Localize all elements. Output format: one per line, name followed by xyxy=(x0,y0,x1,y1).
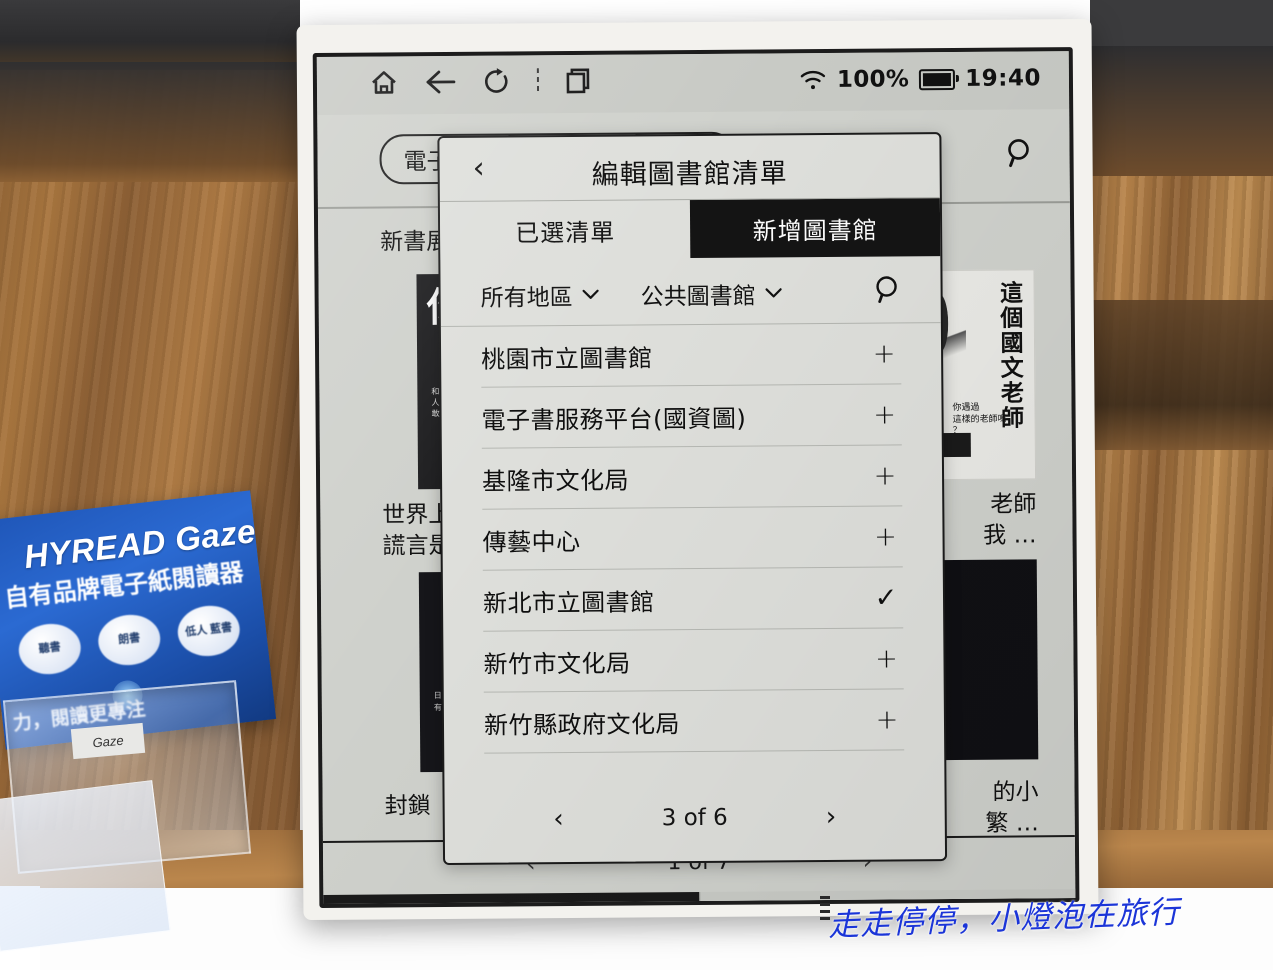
wifi-icon xyxy=(799,69,827,91)
edit-library-list-modal: ‹ 編輯圖書館清單 已選清單 新增圖書館 所有地區 公共圖書館 桃園市立圖書館 … xyxy=(437,132,948,866)
product-badges: 聽書 朗書 低人 藍書 xyxy=(16,602,243,678)
plus-icon[interactable]: + xyxy=(867,338,901,369)
dark-band-right-top xyxy=(1090,0,1273,48)
back-arrow-icon[interactable] xyxy=(425,69,457,95)
library-name: 基隆市文化局 xyxy=(481,466,630,496)
modal-pagination-next[interactable]: › xyxy=(826,802,837,832)
library-name: 新竹縣政府文化局 xyxy=(483,709,681,740)
modal-pagination-prev[interactable]: ‹ xyxy=(553,804,564,834)
status-bar-nav-icons xyxy=(369,67,593,97)
search-icon[interactable] xyxy=(1003,137,1033,171)
battery-percent-label: 100% xyxy=(836,66,910,93)
library-list-item-selected[interactable]: 新北市立圖書館 ✓ xyxy=(482,567,904,632)
library-name: 新竹市文化局 xyxy=(483,649,631,679)
check-icon[interactable]: ✓ xyxy=(869,582,903,613)
clock-label: 19:40 xyxy=(965,65,1042,92)
screenshot-root: HYREAD Gaze 自有品牌電子紙閱讀器 聽書 朗書 低人 藍書 力，閱讀更… xyxy=(0,0,1273,970)
modal-title: 編輯圖書館清單 xyxy=(591,158,788,191)
tab-selected-list[interactable]: 已選清單 xyxy=(439,200,691,261)
tab-add-library[interactable]: 新增圖書館 xyxy=(689,198,941,259)
filter-region-label: 所有地區 xyxy=(480,284,573,312)
library-list-item[interactable]: 電子書服務平台(國資圖) + xyxy=(481,384,902,449)
product-badge: 朗書 xyxy=(95,611,163,669)
library-list: 桃園市立圖書館 + 電子書服務平台(國資圖) + 基隆市文化局 + 傳藝中心 +… xyxy=(441,323,944,754)
background-caption-right-top: 老師 我 … xyxy=(983,491,1037,549)
library-list-item[interactable]: 基隆市文化局 + xyxy=(481,445,903,510)
acrylic-stand-label: Gaze xyxy=(70,722,146,760)
library-name: 桃園市立圖書館 xyxy=(481,343,653,374)
status-bar-indicators: 100% 19:40 xyxy=(799,65,1041,93)
library-list-item[interactable]: 傳藝中心 + xyxy=(482,506,903,571)
chevron-down-icon xyxy=(765,287,783,299)
nav-item-find-books[interactable]: 找書去 xyxy=(323,892,700,904)
window-icon[interactable] xyxy=(565,67,593,95)
plus-icon[interactable]: + xyxy=(869,643,903,674)
background-caption-right-bottom: 的小 繁 … xyxy=(985,779,1039,837)
library-name: 新北市立圖書館 xyxy=(482,587,655,618)
plus-icon[interactable]: + xyxy=(868,460,902,491)
modal-tabs: 已選清單 新增圖書館 xyxy=(439,198,941,261)
acrylic-stand-lower xyxy=(0,780,171,952)
modal-filter-bar: 所有地區 公共圖書館 xyxy=(440,256,941,328)
modal-header: ‹ 編輯圖書館清單 xyxy=(439,134,940,203)
filter-region-dropdown[interactable]: 所有地區 xyxy=(480,278,599,313)
plus-icon[interactable]: + xyxy=(870,704,904,735)
product-badge: 聽書 xyxy=(16,620,84,678)
library-name: 傳藝中心 xyxy=(482,527,581,557)
search-icon[interactable] xyxy=(872,274,900,306)
modal-pagination-label: 3 of 6 xyxy=(661,804,728,832)
status-divider xyxy=(536,68,540,95)
library-list-item[interactable]: 新竹縣政府文化局 + xyxy=(483,689,905,754)
library-name: 電子書服務平台(國資圖) xyxy=(481,404,747,435)
product-badge: 低人 藍書 xyxy=(175,602,243,660)
modal-pagination: ‹ 3 of 6 › xyxy=(445,801,945,835)
dark-band-right-upper xyxy=(1090,46,1273,176)
library-list-item[interactable]: 桃園市立圖書館 + xyxy=(480,323,902,388)
library-list-item[interactable]: 新竹市文化局 + xyxy=(483,628,904,693)
battery-icon xyxy=(919,68,956,90)
filter-type-dropdown[interactable]: 公共圖書館 xyxy=(640,276,782,311)
background-caption-left-bottom: 封鎖 xyxy=(384,793,431,820)
dark-background-strip-left xyxy=(0,62,300,182)
ereader-bezel: 100% 19:40 電子書 新書展示 你不 和不是理想生活的人, xyxy=(312,47,1080,908)
ereader-device: 100% 19:40 電子書 新書展示 你不 和不是理想生活的人, xyxy=(296,18,1099,921)
plus-icon[interactable]: + xyxy=(867,399,901,430)
filter-type-label: 公共圖書館 xyxy=(640,283,756,311)
refresh-icon[interactable] xyxy=(483,67,511,95)
home-icon[interactable] xyxy=(369,68,399,96)
ereader-screen: 100% 19:40 電子書 新書展示 你不 和不是理想生活的人, xyxy=(316,51,1076,904)
chevron-down-icon xyxy=(582,289,600,301)
status-bar: 100% 19:40 xyxy=(316,51,1070,115)
dark-band-right-middle xyxy=(1090,300,1273,450)
dark-background-top-left xyxy=(0,0,300,70)
plus-icon[interactable]: + xyxy=(868,521,902,552)
